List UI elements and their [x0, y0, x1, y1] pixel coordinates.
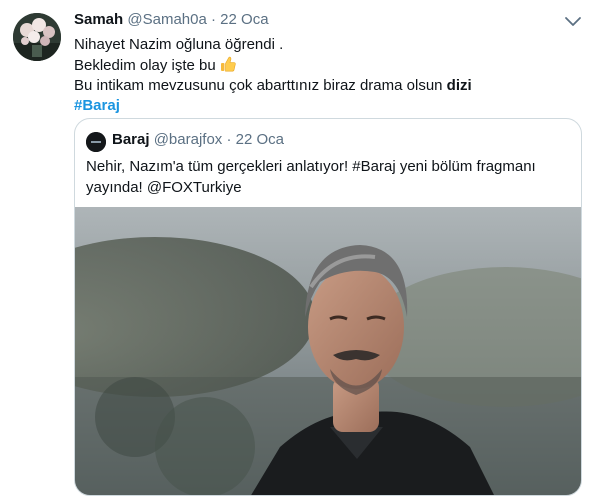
avatar[interactable]: [13, 13, 61, 61]
separator: ·: [211, 11, 216, 28]
tweet-date[interactable]: 22 Oca: [220, 11, 268, 28]
thumbs-up-icon: [219, 55, 237, 73]
quoted-avatar[interactable]: [86, 132, 106, 152]
tweet-line-2-text: Bekledim olay işte bu: [74, 57, 216, 74]
author-name[interactable]: Samah: [74, 11, 123, 28]
quoted-date[interactable]: 22 Oca: [236, 131, 284, 148]
tweet[interactable]: Samah @Samah0a · 22 Oca Nihayet Nazim oğ…: [0, 0, 599, 496]
hashtag-link[interactable]: #Baraj: [74, 96, 472, 116]
tweet-bold-word: dizi: [446, 77, 472, 94]
tweet-line-3: Bu intikam mevzusunu çok abarttınız bira…: [74, 76, 472, 96]
tweet-header: Samah @Samah0a · 22 Oca: [74, 11, 269, 28]
video-thumbnail[interactable]: [75, 207, 581, 495]
tweet-line-2: Bekledim olay işte bu: [74, 55, 472, 76]
quoted-author-name[interactable]: Baraj: [112, 131, 150, 148]
author-handle[interactable]: @Samah0a: [127, 11, 206, 28]
quoted-separator: ·: [226, 131, 232, 148]
quoted-header: Baraj @barajfox · 22 Oca: [112, 131, 284, 148]
more-options-icon[interactable]: [562, 12, 584, 30]
quoted-author-handle[interactable]: @barajfox: [154, 131, 223, 148]
tweet-line-3-text: Bu intikam mevzusunu çok abarttınız bira…: [74, 77, 447, 94]
tweet-text: Nihayet Nazim oğluna öğrendi . Bekledim …: [74, 35, 472, 116]
tweet-line-1: Nihayet Nazim oğluna öğrendi .: [74, 36, 284, 53]
quoted-text: Nehir, Nazım'a tüm gerçekleri anlatıyor!…: [86, 158, 536, 196]
quoted-tweet[interactable]: Baraj @barajfox · 22 Oca Nehir, Nazım'a …: [74, 118, 582, 496]
